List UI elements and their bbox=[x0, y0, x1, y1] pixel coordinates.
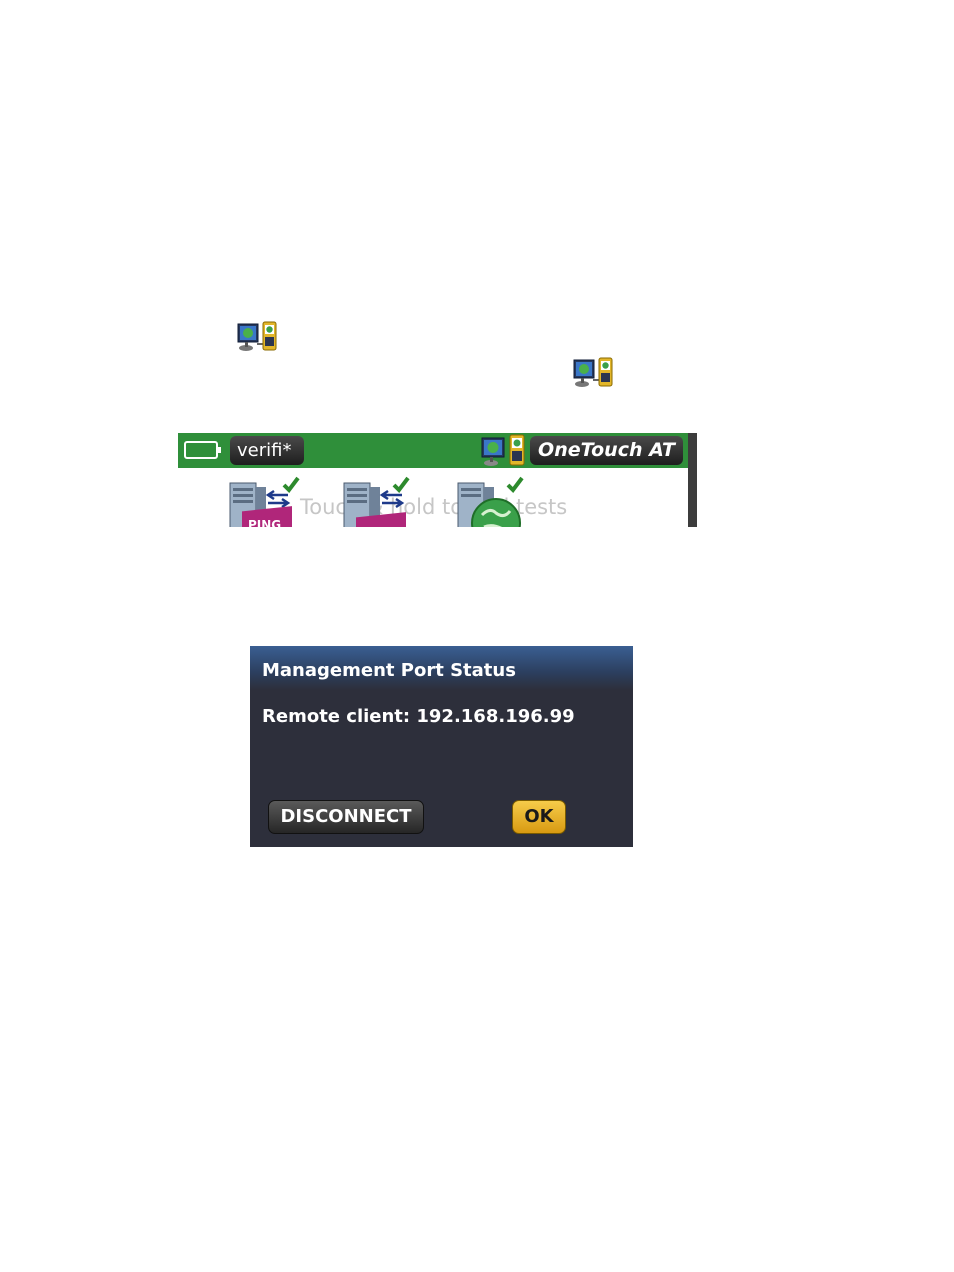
remote-connection-icon bbox=[573, 356, 615, 388]
remote-client-status: Remote client: 192.168.196.99 bbox=[262, 706, 575, 727]
dialog-title: Management Port Status bbox=[262, 660, 516, 681]
ok-button[interactable]: OK bbox=[512, 800, 566, 834]
device-status-screen: verifi* OneTouch AT Touch & hold to add … bbox=[178, 433, 697, 527]
management-port-dialog: Management Port Status Remote client: 19… bbox=[250, 646, 633, 847]
model-button[interactable]: OneTouch AT bbox=[530, 436, 683, 465]
checkmark-icon bbox=[282, 476, 300, 494]
status-bar: verifi* OneTouch AT bbox=[178, 433, 688, 468]
profile-button[interactable]: verifi* bbox=[230, 436, 304, 465]
remote-connection-icon bbox=[237, 320, 279, 352]
remote-connection-icon[interactable] bbox=[480, 434, 528, 467]
ping-test-icon[interactable]: PING bbox=[226, 475, 306, 527]
web-test-icon[interactable] bbox=[454, 475, 534, 527]
checkmark-icon bbox=[506, 476, 524, 494]
ping-badge: PING bbox=[248, 518, 281, 527]
checkmark-icon bbox=[392, 476, 410, 494]
connect-test-icon[interactable] bbox=[340, 475, 420, 527]
battery-icon bbox=[184, 441, 222, 459]
scrollbar[interactable] bbox=[688, 433, 697, 527]
disconnect-button[interactable]: DISCONNECT bbox=[268, 800, 424, 834]
